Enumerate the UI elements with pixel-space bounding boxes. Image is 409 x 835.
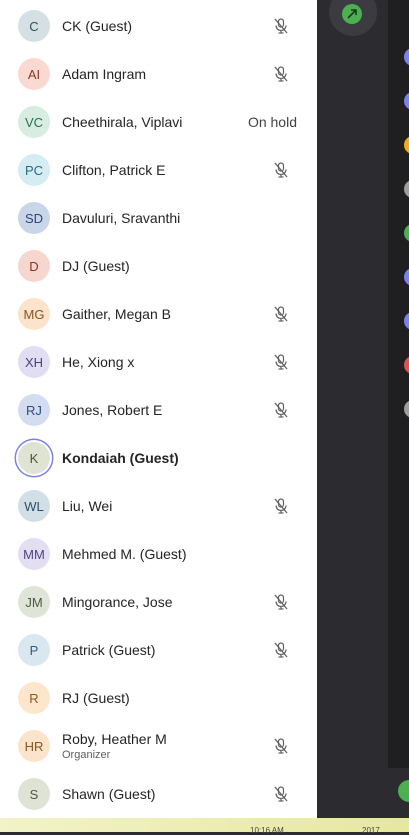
participant-name: Shawn (Guest) bbox=[62, 786, 156, 802]
avatar: SD bbox=[18, 202, 50, 234]
participant-row[interactable]: SD Davuluri, Sravanthi bbox=[0, 194, 317, 242]
participant-name: He, Xiong x bbox=[62, 354, 135, 370]
participant-info: DJ (Guest) bbox=[62, 242, 130, 290]
participant-row[interactable]: XH He, Xiong x bbox=[0, 338, 317, 386]
participant-row[interactable]: RJ Jones, Robert E bbox=[0, 386, 317, 434]
avatar: AI bbox=[18, 58, 50, 90]
participant-name: Gaither, Megan B bbox=[62, 306, 171, 322]
participant-name: Patrick (Guest) bbox=[62, 642, 156, 658]
participants-panel: C CK (Guest) AI Adam Ingram VC Cheethirala, V… bbox=[0, 0, 317, 818]
avatar: K bbox=[18, 442, 50, 474]
roster-strip bbox=[388, 0, 409, 768]
participant-name: Davuluri, Sravanthi bbox=[62, 210, 181, 226]
avatar: P bbox=[18, 634, 50, 666]
participant-row[interactable]: C CK (Guest) bbox=[0, 2, 317, 50]
avatar: C bbox=[18, 10, 50, 42]
avatar: WL bbox=[18, 490, 50, 522]
participant-row[interactable]: S Shawn (Guest) bbox=[0, 770, 317, 818]
participant-name: Jones, Robert E bbox=[62, 402, 163, 418]
participant-status: On hold bbox=[247, 114, 297, 130]
mic-off-icon bbox=[272, 65, 290, 83]
mic-off-icon bbox=[272, 305, 290, 323]
avatar: PC bbox=[18, 154, 50, 186]
mic-off-icon bbox=[272, 497, 290, 515]
participant-row[interactable]: HR Roby, Heather M Organizer bbox=[0, 722, 317, 770]
share-icon bbox=[342, 4, 362, 24]
mic-off-icon bbox=[272, 161, 290, 179]
avatar: R bbox=[18, 682, 50, 714]
avatar: S bbox=[18, 778, 50, 810]
avatar: MM bbox=[18, 538, 50, 570]
participant-name: Mehmed M. (Guest) bbox=[62, 546, 187, 562]
participant-row[interactable]: AI Adam Ingram bbox=[0, 50, 317, 98]
avatar: MG bbox=[18, 298, 50, 330]
mic-off-icon bbox=[272, 641, 290, 659]
participant-row[interactable]: R RJ (Guest) bbox=[0, 674, 317, 722]
taskbar bbox=[0, 818, 409, 832]
avatar: HR bbox=[18, 730, 50, 762]
participant-info: CK (Guest) bbox=[62, 2, 132, 50]
participant-info: RJ (Guest) bbox=[62, 674, 130, 722]
participant-row[interactable]: JM Mingorance, Jose bbox=[0, 578, 317, 626]
mic-off-icon bbox=[272, 353, 290, 371]
participant-row[interactable]: P Patrick (Guest) bbox=[0, 626, 317, 674]
avatar: RJ bbox=[18, 394, 50, 426]
participant-info: Mingorance, Jose bbox=[62, 578, 173, 626]
participant-name: RJ (Guest) bbox=[62, 690, 130, 706]
mic-off-icon bbox=[272, 17, 290, 35]
mic-off-icon bbox=[272, 401, 290, 419]
participant-info: Jones, Robert E bbox=[62, 386, 162, 434]
mic-off-icon bbox=[272, 785, 290, 803]
participant-info: Mehmed M. (Guest) bbox=[62, 530, 186, 578]
taskbar-date: 2017 bbox=[362, 826, 380, 835]
avatar: VC bbox=[18, 106, 50, 138]
participant-row[interactable]: WL Liu, Wei bbox=[0, 482, 317, 530]
participant-info: Roby, Heather M Organizer bbox=[62, 722, 167, 770]
participant-name: Kondaiah (Guest) bbox=[62, 450, 179, 466]
participant-info: Cheethirala, Viplavi bbox=[62, 98, 182, 146]
participant-info: Shawn (Guest) bbox=[62, 770, 155, 818]
participant-name: Cheethirala, Viplavi bbox=[62, 114, 183, 130]
participant-info: Kondaiah (Guest) bbox=[62, 434, 179, 482]
avatar: JM bbox=[18, 586, 50, 618]
participant-info: Clifton, Patrick E bbox=[62, 146, 165, 194]
avatar: XH bbox=[18, 346, 50, 378]
participant-name: Mingorance, Jose bbox=[62, 594, 173, 610]
participant-name: Clifton, Patrick E bbox=[62, 162, 166, 178]
participant-row[interactable]: VC Cheethirala, Viplavi On hold bbox=[0, 98, 317, 146]
participant-info: He, Xiong x bbox=[62, 338, 134, 386]
participant-row[interactable]: D DJ (Guest) bbox=[0, 242, 317, 290]
participant-name: Liu, Wei bbox=[62, 498, 113, 514]
participant-row[interactable]: MG Gaither, Megan B bbox=[0, 290, 317, 338]
participant-row[interactable]: PC Clifton, Patrick E bbox=[0, 146, 317, 194]
participant-info: Patrick (Guest) bbox=[62, 626, 155, 674]
participant-row[interactable]: MM Mehmed M. (Guest) bbox=[0, 530, 317, 578]
participant-row[interactable]: K Kondaiah (Guest) bbox=[0, 434, 317, 482]
mic-off-icon bbox=[272, 737, 290, 755]
participant-name: Adam Ingram bbox=[62, 66, 147, 82]
avatar: D bbox=[18, 250, 50, 282]
taskbar-time: 10:16 AM bbox=[250, 826, 284, 835]
participant-name: CK (Guest) bbox=[62, 18, 133, 34]
participant-name: DJ (Guest) bbox=[62, 258, 130, 274]
participant-name: Roby, Heather M bbox=[62, 731, 167, 747]
participant-info: Gaither, Megan B bbox=[62, 290, 171, 338]
mic-off-icon bbox=[272, 593, 290, 611]
participant-info: Liu, Wei bbox=[62, 482, 112, 530]
participant-role: Organizer bbox=[62, 749, 111, 761]
participant-info: Davuluri, Sravanthi bbox=[62, 194, 180, 242]
participant-info: Adam Ingram bbox=[62, 50, 146, 98]
